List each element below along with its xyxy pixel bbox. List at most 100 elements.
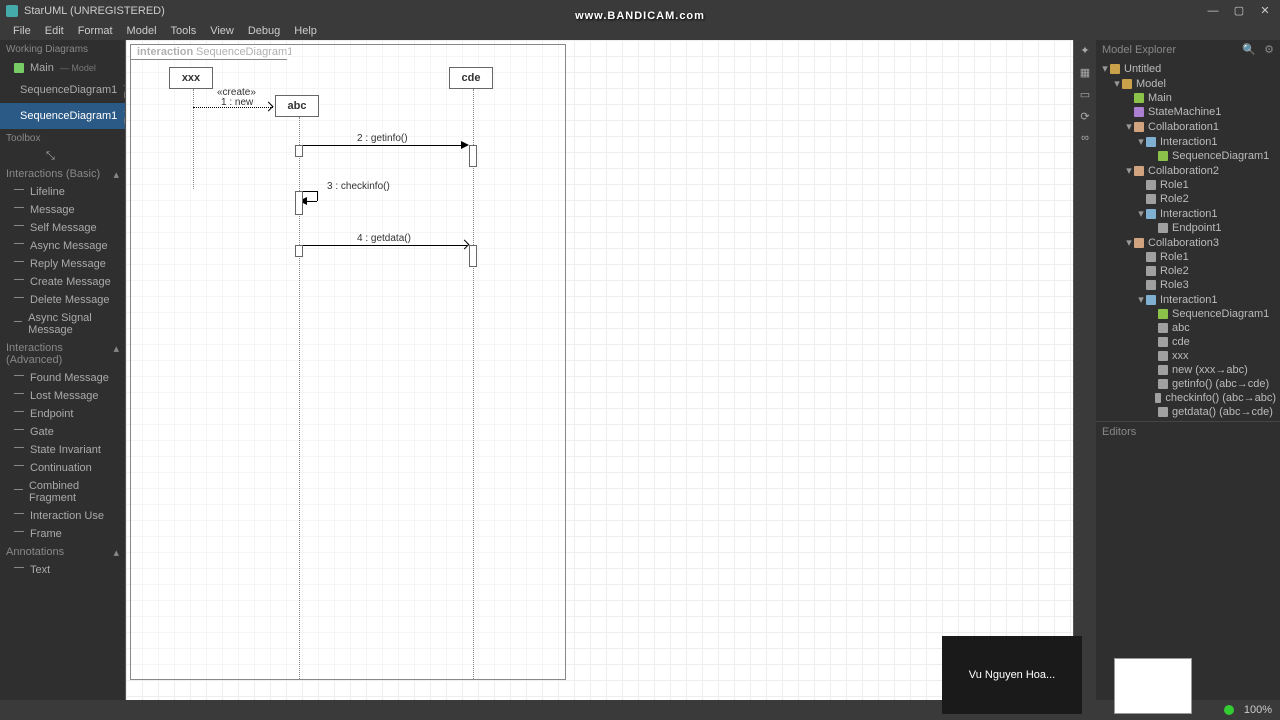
toolbox-item[interactable]: Self Message bbox=[0, 219, 125, 237]
tree-label: Role1 bbox=[1160, 251, 1189, 263]
toolbox-item[interactable]: Lifeline bbox=[0, 183, 125, 201]
activation-abc-2[interactable] bbox=[295, 191, 303, 215]
tree-node[interactable]: ▾Untitled bbox=[1096, 61, 1280, 76]
minimize-button[interactable]: — bbox=[1200, 0, 1226, 22]
toolbox-item[interactable]: Delete Message bbox=[0, 291, 125, 309]
toolbox-item[interactable]: Async Signal Message bbox=[0, 309, 125, 339]
tree-node[interactable]: checkinfo() (abc→abc) bbox=[1096, 391, 1280, 405]
extension-icon[interactable]: ✦ bbox=[1078, 44, 1092, 58]
diagram-canvas[interactable]: interaction SequenceDiagram1 xxx cde «cr… bbox=[125, 40, 1074, 700]
tree-twisty-icon[interactable]: ▾ bbox=[1136, 293, 1146, 306]
menu-edit[interactable]: Edit bbox=[38, 22, 71, 40]
tree-node[interactable]: getinfo() (abc→cde) bbox=[1096, 377, 1280, 391]
validate-icon[interactable]: ▭ bbox=[1078, 88, 1092, 102]
msg-4-label[interactable]: 4 : getdata() bbox=[357, 233, 411, 244]
working-diagram-item[interactable]: SequenceDiagram1— Interact... bbox=[0, 77, 125, 103]
toolbox-category[interactable]: Annotations▴ bbox=[0, 543, 125, 561]
menu-tools[interactable]: Tools bbox=[164, 22, 204, 40]
activation-cde-2[interactable] bbox=[469, 245, 477, 267]
toolbox-item[interactable]: Text bbox=[0, 561, 125, 579]
tree-label: Interaction1 bbox=[1160, 136, 1217, 148]
activation-abc-1[interactable] bbox=[295, 145, 303, 157]
tree-node[interactable]: Role2 bbox=[1096, 264, 1280, 278]
msg-2-label[interactable]: 2 : getinfo() bbox=[357, 133, 408, 144]
menu-format[interactable]: Format bbox=[71, 22, 120, 40]
diagram-navigator-thumb[interactable] bbox=[1114, 658, 1192, 714]
tree-twisty-icon[interactable]: ▾ bbox=[1112, 77, 1122, 90]
close-button[interactable]: ✕ bbox=[1252, 0, 1278, 22]
toolbox-item[interactable]: Frame bbox=[0, 525, 125, 543]
tree-node[interactable]: getdata() (abc→cde) bbox=[1096, 405, 1280, 419]
toolbox-item[interactable]: Async Message bbox=[0, 237, 125, 255]
tree-twisty-icon[interactable]: ▾ bbox=[1136, 135, 1146, 148]
toolbox-item[interactable]: Found Message bbox=[0, 369, 125, 387]
tree-twisty-icon[interactable]: ▾ bbox=[1124, 164, 1134, 177]
interaction-frame[interactable]: interaction SequenceDiagram1 xxx cde «cr… bbox=[130, 44, 566, 680]
search-icon[interactable]: 🔍 bbox=[1176, 43, 1256, 56]
lifeline-xxx[interactable]: xxx bbox=[169, 67, 213, 89]
toolbox-item[interactable]: Combined Fragment bbox=[0, 477, 125, 507]
toolbox-item[interactable]: Lost Message bbox=[0, 387, 125, 405]
toolbox-category[interactable]: Interactions (Advanced)▴ bbox=[0, 339, 125, 369]
tree-node[interactable]: ▾Collaboration2 bbox=[1096, 163, 1280, 178]
tree-node[interactable]: SequenceDiagram1 bbox=[1096, 307, 1280, 321]
tree-node[interactable]: ▾Collaboration1 bbox=[1096, 119, 1280, 134]
tree-node[interactable]: ▾Interaction1 bbox=[1096, 292, 1280, 307]
share-icon[interactable]: ∞ bbox=[1078, 132, 1092, 146]
tree-node[interactable]: ▾Collaboration3 bbox=[1096, 235, 1280, 250]
tree-node[interactable]: ▾ Interaction1 bbox=[1096, 134, 1280, 149]
maximize-button[interactable]: ▢ bbox=[1226, 0, 1252, 22]
menu-model[interactable]: Model bbox=[120, 22, 164, 40]
tree-label: new (xxx→abc) bbox=[1172, 364, 1248, 376]
tree-node[interactable]: ▾Interaction1 bbox=[1096, 206, 1280, 221]
tree-twisty-icon[interactable]: ▾ bbox=[1136, 207, 1146, 220]
lifeline-cde[interactable]: cde bbox=[449, 67, 493, 89]
lifeline-abc[interactable]: abc bbox=[275, 95, 319, 117]
menu-file[interactable]: File bbox=[6, 22, 38, 40]
refresh-icon[interactable]: ⟳ bbox=[1078, 110, 1092, 124]
tree-node[interactable]: SequenceDiagram1 bbox=[1096, 149, 1280, 163]
toolbox-category[interactable]: Interactions (Basic)▴ bbox=[0, 165, 125, 183]
working-diagram-item[interactable]: SequenceDiagram1— Interact... bbox=[0, 103, 125, 129]
tree-twisty-icon[interactable]: ▾ bbox=[1124, 236, 1134, 249]
diagram-icon[interactable]: ▦ bbox=[1078, 66, 1092, 80]
toolbox-item[interactable]: Create Message bbox=[0, 273, 125, 291]
tree-node[interactable]: StateMachine1 bbox=[1096, 105, 1280, 119]
toolbox-item[interactable]: Interaction Use bbox=[0, 507, 125, 525]
toolbox-item[interactable]: Continuation bbox=[0, 459, 125, 477]
toolbox-item[interactable]: Reply Message bbox=[0, 255, 125, 273]
activation-abc-3[interactable] bbox=[295, 245, 303, 257]
tree-label: SequenceDiagram1 bbox=[1172, 308, 1269, 320]
tree-node[interactable]: Role3 bbox=[1096, 278, 1280, 292]
menu-help[interactable]: Help bbox=[287, 22, 324, 40]
tree-twisty-icon[interactable]: ▾ bbox=[1124, 120, 1134, 133]
right-toolstrip: ✦ ▦ ▭ ⟳ ∞ bbox=[1074, 40, 1096, 700]
toolbox-cursor[interactable]: ⤡ bbox=[0, 148, 125, 165]
menu-debug[interactable]: Debug bbox=[241, 22, 287, 40]
zoom-level[interactable]: 100% bbox=[1244, 704, 1272, 716]
toolbox-item[interactable]: State Invariant bbox=[0, 441, 125, 459]
toolbox-item[interactable]: Gate bbox=[0, 423, 125, 441]
tree-node[interactable]: Role1 bbox=[1096, 178, 1280, 192]
tree-node[interactable]: Main bbox=[1096, 91, 1280, 105]
toolbox-item[interactable]: Message bbox=[0, 201, 125, 219]
tree-int-icon bbox=[1146, 137, 1156, 147]
working-diagram-item[interactable]: Main— Model bbox=[0, 59, 125, 77]
menu-view[interactable]: View bbox=[203, 22, 241, 40]
msg-3-label[interactable]: 3 : checkinfo() bbox=[327, 181, 390, 192]
activation-cde-1[interactable] bbox=[469, 145, 477, 167]
tree-node[interactable]: abc bbox=[1096, 321, 1280, 335]
tree-label: cde bbox=[1172, 336, 1190, 348]
settings-icon[interactable]: ⚙ bbox=[1264, 43, 1274, 56]
tree-node[interactable]: xxx bbox=[1096, 349, 1280, 363]
toolbox-item[interactable]: Endpoint bbox=[0, 405, 125, 423]
tree-node[interactable]: Role1 bbox=[1096, 250, 1280, 264]
tree-node[interactable]: new (xxx→abc) bbox=[1096, 363, 1280, 377]
tree-node[interactable]: Role2 bbox=[1096, 192, 1280, 206]
model-tree[interactable]: ▾Untitled▾ModelMainStateMachine1▾Collabo… bbox=[1096, 59, 1280, 421]
tree-node[interactable]: ▾Model bbox=[1096, 76, 1280, 91]
tool-icon bbox=[14, 447, 24, 453]
tree-twisty-icon[interactable]: ▾ bbox=[1100, 62, 1110, 75]
tree-node[interactable]: cde bbox=[1096, 335, 1280, 349]
tree-node[interactable]: Endpoint1 bbox=[1096, 221, 1280, 235]
